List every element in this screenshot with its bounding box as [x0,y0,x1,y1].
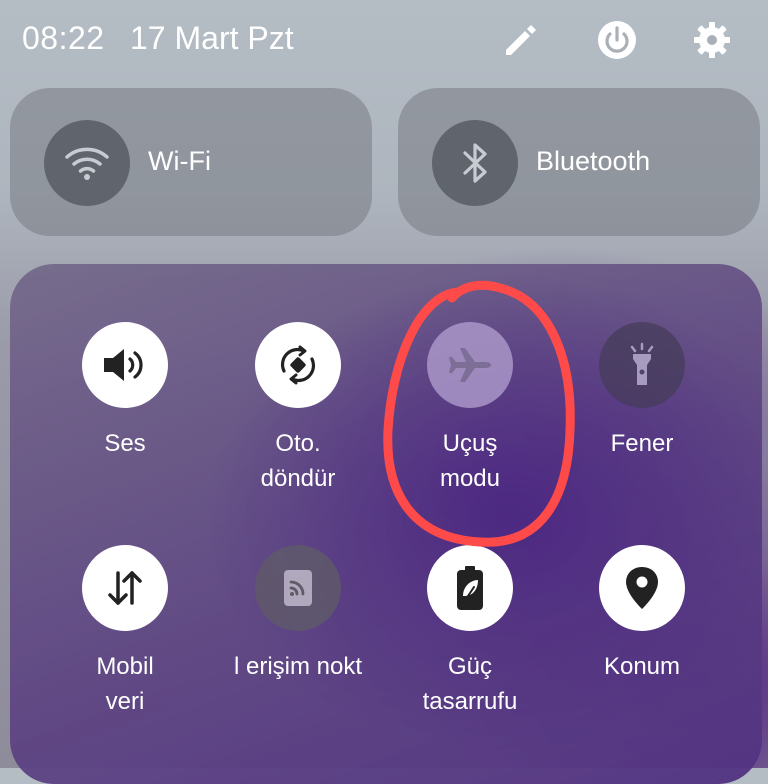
status-time: 08:22 [22,20,105,56]
tile-label: Fener [610,430,674,457]
bluetooth-label: Bluetooth [536,146,651,176]
battery-saver-icon[interactable] [427,545,513,631]
tile-auto-rotate[interactable]: Oto. döndür [213,322,383,496]
tile-label: Uçuş modu [439,430,501,492]
edit-icon[interactable] [498,18,542,62]
tile-label: Konum [603,653,681,680]
power-icon[interactable] [595,18,639,62]
tile-label: Oto. döndür [260,430,336,492]
auto-rotate-icon[interactable] [255,322,341,408]
airplane-icon[interactable] [427,322,513,408]
wifi-tile[interactable]: Wi-Fi [10,88,372,236]
bluetooth-tile[interactable]: Bluetooth [398,88,760,236]
status-bar: 08:22 17 Mart Pzt [0,0,768,80]
hotspot-icon[interactable] [255,545,341,631]
tile-flashlight[interactable]: Fener [557,322,727,461]
tile-location[interactable]: Konum [557,545,727,684]
wifi-icon[interactable] [44,120,130,206]
flashlight-icon[interactable] [599,322,685,408]
tile-label: Mobil veri [96,653,154,715]
tile-battery-saver[interactable]: Güç tasarrufu [385,545,555,719]
mobile-data-icon[interactable] [82,545,168,631]
location-icon[interactable] [599,545,685,631]
status-date: 17 Mart Pzt [130,20,294,56]
tile-sound[interactable]: Ses [40,322,210,461]
bluetooth-icon[interactable] [432,120,518,206]
gear-icon[interactable] [690,18,734,62]
tile-label: Ses [104,430,146,457]
tile-hotspot[interactable]: l erişim nokt [213,545,383,684]
tile-mobile-data[interactable]: Mobil veri [40,545,210,719]
volume-icon[interactable] [82,322,168,408]
wifi-label: Wi-Fi [148,146,211,176]
tile-airplane-mode[interactable]: Uçuş modu [385,322,555,496]
tile-label: l erişim nokt [233,653,363,680]
tile-label: Güç tasarrufu [422,653,518,715]
